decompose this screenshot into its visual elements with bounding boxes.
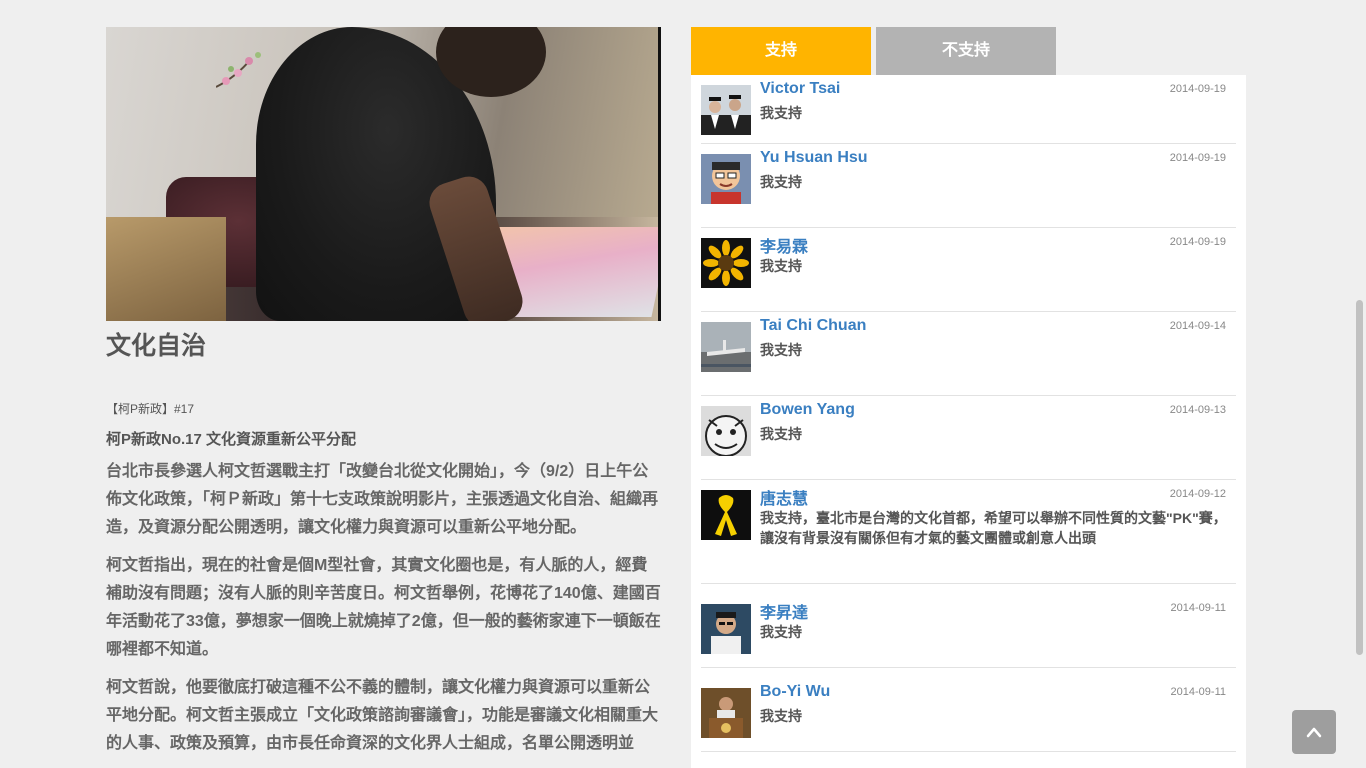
article-subtitle: 柯P新政No.17 文化資源重新公平分配 xyxy=(106,431,357,448)
video-frame-edge xyxy=(658,27,661,321)
avatar[interactable] xyxy=(701,490,751,540)
supporter-name[interactable]: Tai Chi Chuan xyxy=(760,317,866,335)
support-date: 2014-09-11 xyxy=(1170,602,1226,614)
cartoon-face-icon xyxy=(701,154,751,204)
supporter-name[interactable]: 李昇達 xyxy=(760,599,808,623)
supporter-list: Victor Tsai 2014-09-19 我支持 Yu Hsuan Hsu … xyxy=(701,75,1236,752)
airplane-photo-icon xyxy=(701,322,751,372)
support-comment: 我支持 xyxy=(760,105,802,121)
list-item: 李昇達 2014-09-11 我支持 xyxy=(701,584,1236,668)
bw-cartoon-icon xyxy=(701,406,751,456)
list-item: Bo-Yi Wu 2014-09-11 我支持 xyxy=(701,668,1236,752)
page-scrollbar[interactable] xyxy=(1351,0,1366,768)
article-title: 文化自治 xyxy=(106,332,207,360)
list-item: 李易霖 2014-09-19 我支持 xyxy=(701,228,1236,312)
supporter-name[interactable]: Yu Hsuan Hsu xyxy=(760,149,868,167)
support-date: 2014-09-11 xyxy=(1170,686,1226,698)
chevron-up-icon xyxy=(1306,727,1322,738)
support-comment: 我支持 xyxy=(760,624,802,640)
support-comment: 我支持 xyxy=(760,426,802,442)
supporter-name[interactable]: Bowen Yang xyxy=(760,401,855,419)
avatar[interactable] xyxy=(701,85,751,135)
avatar[interactable] xyxy=(701,154,751,204)
yellow-ribbon-icon xyxy=(701,490,751,540)
portrait-photo-icon xyxy=(701,604,751,654)
avatar[interactable] xyxy=(701,604,751,654)
article-paragraph: 台北市長參選人柯文哲選戰主打「改變台北從文化開始」，今（9/2）日上午公佈文化政… xyxy=(106,463,659,536)
article: 文化自治 【柯P新政】#17 柯P新政No.17 文化資源重新公平分配 台北市長… xyxy=(106,27,661,758)
support-date: 2014-09-19 xyxy=(1169,236,1226,248)
list-item: 唐志慧 2014-09-12 我支持，臺北市是台灣的文化首都，希望可以舉辦不同性… xyxy=(701,480,1236,584)
scrollbar-thumb[interactable] xyxy=(1356,300,1363,655)
support-date: 2014-09-13 xyxy=(1169,404,1226,416)
list-item: Yu Hsuan Hsu 2014-09-19 我支持 xyxy=(701,144,1236,228)
article-tag: 【柯P新政】#17 xyxy=(106,402,195,416)
support-comment: 我支持 xyxy=(760,342,802,358)
avatar[interactable] xyxy=(701,238,751,288)
video-frame-box xyxy=(106,217,226,321)
speaker-photo-icon xyxy=(701,688,751,738)
avatar[interactable] xyxy=(701,406,751,456)
support-comment: 我支持 xyxy=(760,708,802,724)
back-to-top-button[interactable] xyxy=(1292,710,1336,754)
support-date: 2014-09-14 xyxy=(1169,320,1226,332)
list-item: Bowen Yang 2014-09-13 我支持 xyxy=(701,396,1236,480)
list-item: Victor Tsai 2014-09-19 我支持 xyxy=(701,75,1236,144)
supporter-name[interactable]: Victor Tsai xyxy=(760,80,840,98)
supporter-name[interactable]: Bo-Yi Wu xyxy=(760,683,830,701)
support-date: 2014-09-19 xyxy=(1169,152,1226,164)
sunflower-icon xyxy=(701,238,751,288)
graduation-photo-icon xyxy=(701,85,751,135)
supporter-name[interactable]: 李易霖 xyxy=(760,233,808,257)
supporter-name[interactable]: 唐志慧 xyxy=(760,485,808,509)
article-paragraph: 柯文哲指出，現在的社會是個M型社會，其實文化圈也是，有人脈的人，經費補助沒有問題… xyxy=(106,557,661,658)
support-comment: 我支持 xyxy=(760,258,802,274)
supporter-panel: Victor Tsai 2014-09-19 我支持 Yu Hsuan Hsu … xyxy=(691,75,1246,768)
tab-support[interactable]: 支持 xyxy=(691,27,871,75)
support-comment: 我支持 xyxy=(760,174,802,190)
article-paragraph: 柯文哲說，他要徹底打破這種不公不義的體制，讓文化權力與資源可以重新公平地分配。柯… xyxy=(106,679,659,752)
tab-oppose[interactable]: 不支持 xyxy=(876,27,1056,75)
avatar[interactable] xyxy=(701,688,751,738)
support-date: 2014-09-12 xyxy=(1169,488,1226,500)
video-player[interactable] xyxy=(106,27,661,321)
support-date: 2014-09-19 xyxy=(1169,83,1226,95)
support-comment: 我支持，臺北市是台灣的文化首都，希望可以舉辦不同性質的文藝"PK"賽，讓沒有背景… xyxy=(760,510,1227,546)
avatar[interactable] xyxy=(701,322,751,372)
list-item: Tai Chi Chuan 2014-09-14 我支持 xyxy=(701,312,1236,396)
